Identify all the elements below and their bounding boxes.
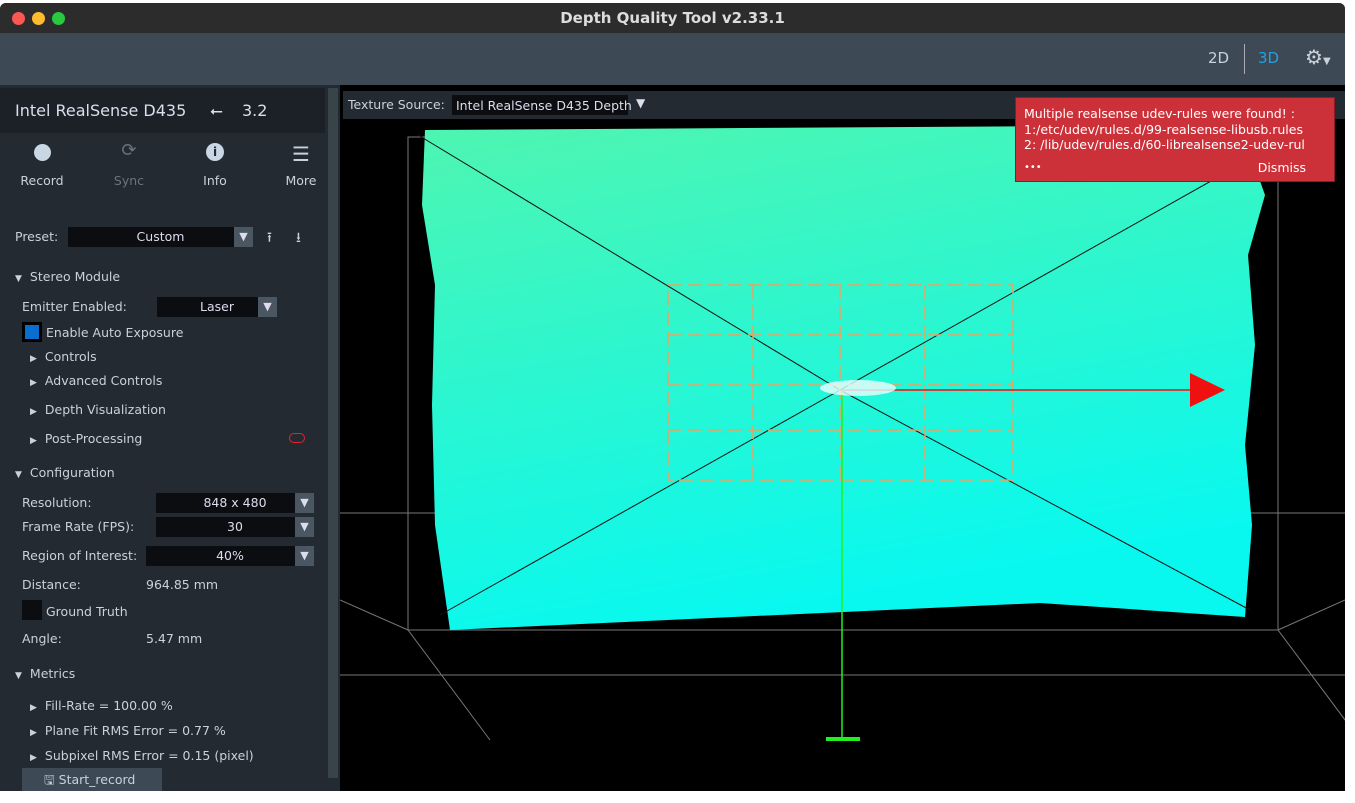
chevron-down-icon: ▼	[234, 227, 253, 247]
texture-source-dropdown[interactable]: Intel RealSense D435 Depth	[452, 95, 632, 115]
save-icon: 🖫	[44, 772, 55, 787]
section-label: Advanced Controls	[44, 373, 163, 388]
device-header: Intel RealSense D435 ⭠ 3.2	[0, 88, 325, 133]
post-processing-section[interactable]: ▶ Post-Processing	[30, 431, 142, 446]
notification-line: 2: /lib/udev/rules.d/60-librealsense2-ud…	[1024, 137, 1305, 152]
notification-line: 1:/etc/udev/rules.d/99-realsense-libusb.…	[1024, 121, 1303, 137]
info-icon: i	[206, 143, 224, 161]
distance-value: 964.85 mm	[146, 577, 219, 592]
app-window: Depth Quality Tool v2.33.1 2D 3D ⚙▼ Inte…	[0, 3, 1345, 791]
roi-label: Region of Interest:	[22, 548, 138, 563]
resolution-value: 848 x 480	[203, 495, 267, 510]
angle-label: Angle:	[22, 631, 62, 646]
sync-label: Sync	[113, 173, 145, 188]
configuration-header[interactable]: ▼ Configuration	[15, 465, 115, 480]
usb-icon: ⭠	[210, 101, 223, 120]
ground-truth-label: Ground Truth	[46, 604, 128, 619]
roi-value: 40%	[216, 548, 244, 563]
metric-label: Plane Fit RMS Error = 0.77 %	[44, 723, 226, 738]
preset-label: Preset:	[15, 229, 59, 244]
metrics-header[interactable]: ▼ Metrics	[15, 666, 75, 681]
resolution-dropdown[interactable]: 848 x 480 ▼	[156, 493, 314, 513]
auto-exposure-checkbox[interactable]	[22, 322, 42, 342]
mode-2d-button[interactable]: 2D	[1208, 49, 1229, 67]
dismiss-button[interactable]: Dismiss	[1258, 160, 1306, 176]
more-button[interactable]: ☰ More	[271, 140, 331, 188]
sync-button[interactable]: ⟳ Sync	[99, 140, 159, 188]
emitter-label: Emitter Enabled:	[22, 299, 127, 314]
point-cloud-view	[340, 125, 1345, 741]
section-label: Controls	[44, 349, 97, 364]
y-axis-marker	[826, 737, 860, 741]
3d-viewport[interactable]: Texture Source: Intel RealSense D435 Dep…	[340, 85, 1345, 791]
settings-gear-icon[interactable]: ⚙▼	[1305, 45, 1331, 69]
info-label: Info	[203, 173, 227, 188]
top-toolbar: 2D 3D ⚙▼	[0, 33, 1345, 85]
chevron-down-icon: ▼	[258, 297, 277, 317]
stereo-module-header[interactable]: ▼ Stereo Module	[15, 269, 120, 284]
info-button[interactable]: i Info	[185, 140, 245, 188]
metric-subpixel[interactable]: ▶ Subpixel RMS Error = 0.15 (pixel)	[30, 748, 254, 763]
window-title: Depth Quality Tool v2.33.1	[560, 9, 785, 27]
fps-value: 30	[227, 519, 243, 534]
start-record-button[interactable]: 🖫 Start_record	[22, 768, 162, 791]
auto-exposure-label: Enable Auto Exposure	[46, 325, 184, 340]
record-label: Record	[20, 173, 64, 188]
sync-icon: ⟳	[121, 140, 137, 161]
angle-value: 5.47 mm	[146, 631, 203, 646]
maximize-button[interactable]	[52, 12, 65, 25]
metric-label: Subpixel RMS Error = 0.15 (pixel)	[44, 748, 254, 763]
config-title: Configuration	[29, 465, 115, 480]
left-panel: Intel RealSense D435 ⭠ 3.2 Record ⟳ Sync …	[0, 85, 340, 791]
advanced-controls-section[interactable]: ▶ Advanced Controls	[30, 373, 162, 388]
device-name: Intel RealSense D435	[15, 101, 187, 120]
upload-icon[interactable]: ⭱	[267, 227, 272, 251]
close-button[interactable]	[12, 12, 25, 25]
section-label: Depth Visualization	[44, 402, 166, 417]
notification-expand-button[interactable]: •••	[1024, 160, 1042, 176]
distance-label: Distance:	[22, 577, 81, 592]
title-bar: Depth Quality Tool v2.33.1	[0, 3, 1345, 33]
download-icon[interactable]: ⭳	[296, 227, 301, 251]
metric-plane-fit[interactable]: ▶ Plane Fit RMS Error = 0.77 %	[30, 723, 226, 738]
controls-section[interactable]: ▶ Controls	[30, 349, 97, 364]
chevron-down-icon[interactable]: ▼	[636, 96, 645, 110]
chevron-down-icon: ▼	[295, 546, 314, 566]
center-marker	[820, 380, 896, 396]
more-label: More	[285, 173, 317, 188]
preset-dropdown[interactable]: Custom ▼	[68, 227, 253, 247]
device-actions: Record ⟳ Sync i Info ☰ More	[0, 140, 325, 200]
ground-truth-checkbox[interactable]	[22, 600, 42, 620]
notification-line: Multiple realsense udev-rules were found…	[1024, 106, 1295, 121]
texture-source-value: Intel RealSense D435 Depth	[456, 98, 632, 113]
emitter-dropdown[interactable]: Laser ▼	[157, 297, 277, 317]
udev-rules-notification: Multiple realsense udev-rules were found…	[1015, 97, 1335, 182]
record-button[interactable]: Record	[12, 140, 72, 188]
chevron-down-icon: ▼	[295, 493, 314, 513]
fps-dropdown[interactable]: 30 ▼	[156, 517, 314, 537]
start-record-label: Start_record	[58, 772, 136, 787]
stereo-title: Stereo Module	[29, 269, 121, 284]
usb-version: 3.2	[242, 101, 268, 120]
preset-value: Custom	[136, 229, 185, 244]
panel-scrollbar[interactable]	[328, 88, 338, 778]
post-processing-toggle[interactable]	[289, 433, 305, 443]
metrics-title: Metrics	[29, 666, 76, 681]
metric-fill-rate[interactable]: ▶ Fill-Rate = 100.00 %	[30, 698, 173, 713]
record-icon	[33, 144, 51, 161]
minimize-button[interactable]	[32, 12, 45, 25]
depth-visualization-section[interactable]: ▶ Depth Visualization	[30, 402, 166, 417]
divider	[1244, 44, 1245, 74]
roi-dropdown[interactable]: 40% ▼	[146, 546, 314, 566]
metric-label: Fill-Rate = 100.00 %	[44, 698, 173, 713]
emitter-value: Laser	[200, 299, 234, 314]
section-label: Post-Processing	[44, 431, 143, 446]
menu-icon: ☰	[292, 142, 310, 166]
resolution-label: Resolution:	[22, 495, 92, 510]
chevron-down-icon: ▼	[295, 517, 314, 537]
texture-source-label: Texture Source:	[348, 97, 445, 112]
fps-label: Frame Rate (FPS):	[22, 519, 135, 534]
mode-3d-button[interactable]: 3D	[1258, 49, 1279, 67]
